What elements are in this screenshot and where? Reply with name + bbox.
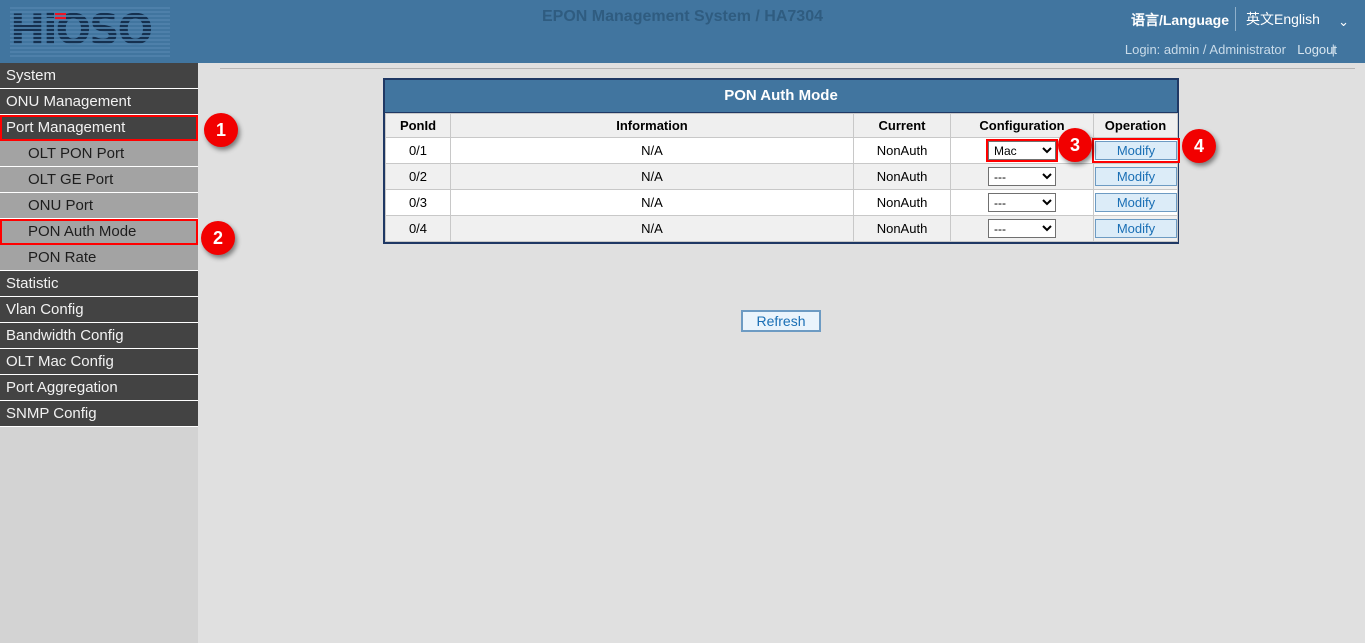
cell-ponid: 0/1 <box>386 138 451 164</box>
cell-operation: Modify <box>1094 164 1178 190</box>
step-badge-4: 4 <box>1182 129 1216 163</box>
sidebar-item-onu-management[interactable]: ONU Management <box>0 89 198 115</box>
cell-current: NonAuth <box>854 138 951 164</box>
sidebar-item-label: Bandwidth Config <box>6 327 124 344</box>
sidebar-item-label: ONU Management <box>6 93 131 110</box>
pon-auth-mode-panel: PON Auth Mode PonIdInformationCurrentCon… <box>383 78 1179 244</box>
logout-link[interactable]: Logout <box>1297 42 1337 57</box>
cell-information: N/A <box>451 216 854 242</box>
chevron-down-icon: ⌄ <box>1338 10 1349 34</box>
sidebar-item-statistic[interactable]: Statistic <box>0 271 198 297</box>
sidebar-item-vlan-config[interactable]: Vlan Config <box>0 297 198 323</box>
cell-ponid: 0/2 <box>386 164 451 190</box>
step-badge-2: 2 <box>201 221 235 255</box>
sidebar-item-pon-auth-mode[interactable]: PON Auth Mode <box>0 219 198 245</box>
refresh-button[interactable]: Refresh <box>741 310 821 332</box>
auth-mode-select[interactable]: ---MacLoidLoidPwdPassword <box>988 193 1056 212</box>
sidebar-item-port-management[interactable]: Port Management <box>0 115 198 141</box>
modify-button[interactable]: Modify <box>1095 219 1177 238</box>
modify-button[interactable]: Modify <box>1095 141 1177 160</box>
table-row: 0/4N/ANonAuth ---MacLoidLoidPwdPassword Mo… <box>386 216 1178 242</box>
auth-mode-select[interactable]: ---MacLoidLoidPwdPassword <box>988 219 1056 238</box>
sidebar-item-label: Statistic <box>6 275 59 292</box>
sidebar-item-label: ONU Port <box>28 197 93 214</box>
column-header-operation: Operation <box>1094 114 1178 138</box>
pon-auth-table: PonIdInformationCurrentConfigurationOper… <box>385 113 1178 242</box>
step-badge-1: 1 <box>204 113 238 147</box>
column-header-ponid: PonId <box>386 114 451 138</box>
login-info: Login: admin / Administrator <box>1125 42 1286 57</box>
sidebar-item-label: System <box>6 67 56 84</box>
language-value: 英文English <box>1246 11 1320 27</box>
step-badge-3: 3 <box>1058 128 1092 162</box>
table-row: 0/3N/ANonAuth ---MacLoidLoidPwdPassword Mo… <box>386 190 1178 216</box>
cell-current: NonAuth <box>854 164 951 190</box>
sidebar-item-system[interactable]: System <box>0 63 198 89</box>
sidebar-item-label: Port Aggregation <box>6 379 118 396</box>
table-row: 0/2N/ANonAuth ---MacLoidLoidPwdPassword Mo… <box>386 164 1178 190</box>
cell-information: N/A <box>451 164 854 190</box>
cell-information: N/A <box>451 190 854 216</box>
sidebar-item-label: OLT Mac Config <box>6 353 114 370</box>
cell-information: N/A <box>451 138 854 164</box>
cell-ponid: 0/4 <box>386 216 451 242</box>
content-divider <box>220 68 1355 69</box>
sidebar-item-olt-pon-port[interactable]: OLT PON Port <box>0 141 198 167</box>
column-header-information: Information <box>451 114 854 138</box>
sidebar-item-label: SNMP Config <box>6 405 97 422</box>
auth-mode-select[interactable]: ---MacLoidLoidPwdPassword <box>988 141 1056 160</box>
sidebar-item-port-aggregation[interactable]: Port Aggregation <box>0 375 198 401</box>
sidebar-item-bandwidth-config[interactable]: Bandwidth Config <box>0 323 198 349</box>
sidebar-nav: System ONU Management Port Management OLT P… <box>0 63 198 643</box>
cell-operation: Modify <box>1094 216 1178 242</box>
table-header-row: PonIdInformationCurrentConfigurationOper… <box>386 114 1178 138</box>
cell-ponid: 0/3 <box>386 190 451 216</box>
app-header: HiOSO EPON Management System / HA7304 语言… <box>0 0 1365 63</box>
language-selector[interactable]: 英文English ⌄ <box>1235 7 1357 31</box>
auth-mode-select[interactable]: ---MacLoidLoidPwdPassword <box>988 167 1056 186</box>
sidebar-item-olt-mac-config[interactable]: OLT Mac Config <box>0 349 198 375</box>
sidebar-item-pon-rate[interactable]: PON Rate <box>0 245 198 271</box>
sidebar-item-label: OLT PON Port <box>28 145 124 162</box>
sidebar-item-label: Vlan Config <box>6 301 84 318</box>
sidebar-item-snmp-config[interactable]: SNMP Config <box>0 401 198 427</box>
cell-operation: Modify <box>1094 190 1178 216</box>
cell-configuration: ---MacLoidLoidPwdPassword <box>951 190 1094 216</box>
sidebar-item-label: PON Rate <box>28 249 96 266</box>
refresh-area: Refresh <box>383 310 1179 332</box>
language-label: 语言/Language <box>1131 10 1229 30</box>
modify-button[interactable]: Modify <box>1095 193 1177 212</box>
panel-title: PON Auth Mode <box>385 80 1177 113</box>
sidebar-item-olt-ge-port[interactable]: OLT GE Port <box>0 167 198 193</box>
sidebar-item-onu-port[interactable]: ONU Port <box>0 193 198 219</box>
cell-configuration: ---MacLoidLoidPwdPassword <box>951 216 1094 242</box>
sidebar-item-label: Port Management <box>6 119 125 136</box>
column-header-current: Current <box>854 114 951 138</box>
sidebar-item-label: PON Auth Mode <box>28 223 136 240</box>
cell-current: NonAuth <box>854 190 951 216</box>
cell-operation: Modify <box>1094 138 1178 164</box>
cell-configuration: ---MacLoidLoidPwdPassword <box>951 164 1094 190</box>
sidebar-item-label: OLT GE Port <box>28 171 113 188</box>
cell-current: NonAuth <box>854 216 951 242</box>
modify-button[interactable]: Modify <box>1095 167 1177 186</box>
